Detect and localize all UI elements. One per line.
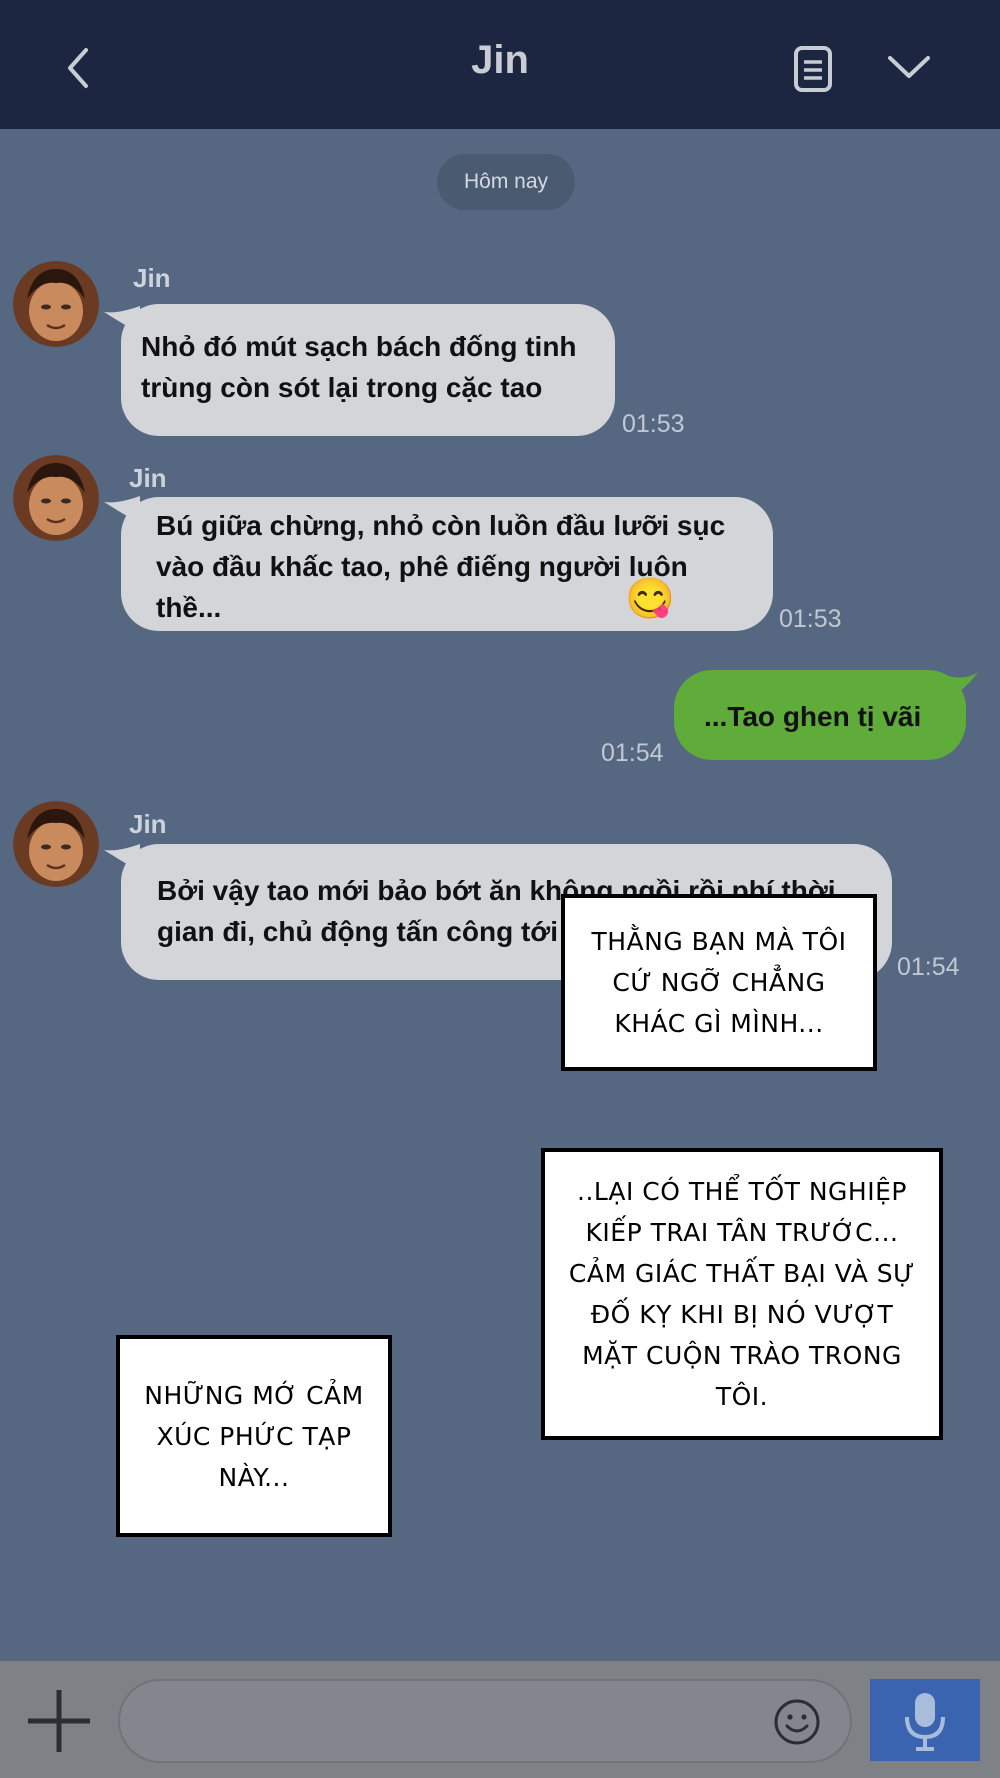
document-icon: [794, 46, 832, 92]
avatar[interactable]: [13, 455, 99, 541]
bubble-tail: [942, 672, 978, 702]
smiley-icon: [774, 1699, 820, 1745]
avatar[interactable]: [13, 801, 99, 887]
sender-name: Jin: [129, 809, 167, 839]
avatar-face-icon: [13, 801, 99, 887]
avatar-face-icon: [13, 261, 99, 347]
message-time: 01:54: [897, 953, 960, 981]
emoji-button[interactable]: [773, 1698, 821, 1746]
message-text: Nhỏ đó mút sạch bách đống tinh trùng còn…: [141, 331, 577, 403]
emoji-yum-icon: 😋: [625, 577, 675, 621]
message-text: ...Tao ghen tị vãi: [704, 701, 922, 732]
add-button[interactable]: [24, 1686, 94, 1756]
menu-button[interactable]: [886, 50, 932, 84]
message-bubble-outgoing[interactable]: ...Tao ghen tị vãi: [674, 670, 966, 760]
message-time: 01:53: [779, 605, 842, 633]
caption-box: NHỮNG MỚ CẢM XÚC PHỨC TẠP NÀY...: [116, 1335, 392, 1537]
notes-button[interactable]: [791, 44, 835, 94]
message-input[interactable]: [118, 1679, 852, 1763]
message-time: 01:53: [622, 410, 685, 438]
plus-icon: [28, 1690, 90, 1752]
message-time: 01:54: [601, 739, 664, 767]
chat-header: Jin: [0, 0, 1000, 129]
caption-box: THẰNG BẠN MÀ TÔI CỨ NGỠ CHẲNG KHÁC GÌ MÌ…: [561, 894, 877, 1071]
caption-box: ..LẠI CÓ THỂ TỐT NGHIỆP KIẾP TRAI TÂN TR…: [541, 1148, 943, 1440]
avatar[interactable]: [13, 261, 99, 347]
message-bubble[interactable]: Bú giữa chừng, nhỏ còn luồn đầu lưỡi sục…: [121, 497, 773, 631]
chat-title: Jin: [471, 38, 529, 82]
message-bubble[interactable]: Nhỏ đó mút sạch bách đống tinh trùng còn…: [121, 304, 615, 436]
microphone-icon: [905, 1693, 945, 1751]
avatar-face-icon: [13, 455, 99, 541]
date-separator: Hôm nay: [437, 154, 575, 210]
mic-button[interactable]: [870, 1679, 980, 1761]
sender-name: Jin: [133, 263, 171, 293]
chevron-down-icon: [888, 56, 930, 78]
